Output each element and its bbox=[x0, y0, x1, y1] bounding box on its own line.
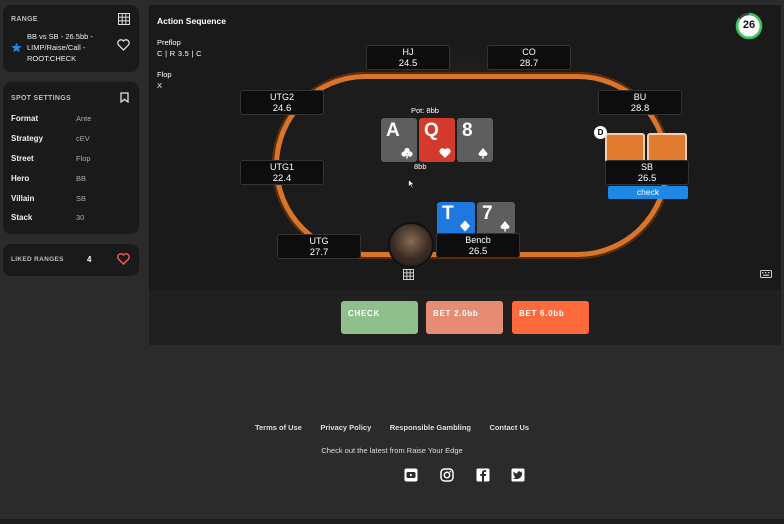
seat-co[interactable]: CO 28.7 bbox=[487, 45, 571, 70]
instagram-icon[interactable] bbox=[440, 468, 454, 482]
range-panel: RANGE BB vs SB - 26.5bb - LIMP/Raise/Cal… bbox=[3, 5, 139, 72]
seat-name: UTG bbox=[309, 236, 329, 246]
board-total: 8bb bbox=[414, 162, 427, 171]
seat-name: BU bbox=[633, 92, 647, 102]
check-button[interactable]: CHECK bbox=[341, 301, 418, 334]
terms-link[interactable]: Terms of Use bbox=[255, 423, 302, 432]
sb-card-back bbox=[647, 133, 687, 163]
setting-value: cEV bbox=[76, 134, 90, 143]
spade-icon bbox=[500, 221, 510, 232]
sb-card-back bbox=[605, 133, 645, 163]
card-rank: 8 bbox=[462, 120, 473, 141]
timer: 26 bbox=[735, 12, 763, 40]
seat-bu[interactable]: BU 28.8 bbox=[598, 90, 682, 115]
keyboard-icon[interactable] bbox=[760, 270, 772, 278]
diamond-icon bbox=[460, 220, 470, 232]
setting-value: SB bbox=[76, 194, 87, 203]
seat-stack: 26.5 bbox=[468, 246, 488, 257]
card-rank: 7 bbox=[482, 203, 493, 224]
liked-ranges-title: LIKED RANGES bbox=[11, 256, 64, 263]
setting-value: Ante bbox=[76, 114, 92, 123]
preflop-actions: C | R 3.5 | C bbox=[157, 49, 202, 58]
range-description: BB vs SB - 26.5bb - LIMP/Raise/Call - RO… bbox=[27, 32, 93, 63]
privacy-link[interactable]: Privacy Policy bbox=[320, 423, 371, 432]
card-rank: A bbox=[386, 120, 400, 141]
spade-icon bbox=[478, 148, 488, 159]
facebook-icon[interactable] bbox=[476, 468, 490, 482]
contact-link[interactable]: Contact Us bbox=[489, 423, 529, 432]
seat-name: CO bbox=[522, 47, 536, 57]
pot-label: Pot: 8bb bbox=[411, 106, 439, 115]
setting-label: Villain bbox=[11, 194, 35, 203]
flop-actions: X bbox=[157, 81, 163, 90]
setting-label: Stack bbox=[11, 213, 33, 222]
bet-6bb-button[interactable]: BET 6.0bb bbox=[512, 301, 589, 334]
flop-label: Flop bbox=[157, 70, 172, 79]
grid-icon[interactable] bbox=[118, 13, 130, 25]
seat-stack: 24.5 bbox=[398, 58, 418, 69]
preflop-label: Preflop bbox=[157, 38, 181, 47]
seat-name: UTG1 bbox=[269, 162, 294, 172]
dealer-button: D bbox=[594, 126, 607, 139]
seat-stack: 28.8 bbox=[630, 103, 650, 114]
seat-utg[interactable]: UTG 27.7 bbox=[277, 234, 361, 259]
liked-ranges-count: 4 bbox=[87, 255, 92, 264]
twitter-icon[interactable] bbox=[511, 468, 525, 482]
heart-suit-icon bbox=[439, 148, 451, 158]
seat-name: UTG2 bbox=[269, 92, 294, 102]
seat-hero[interactable]: Bencb 26.5 bbox=[436, 233, 520, 258]
cursor-icon bbox=[408, 179, 415, 189]
spot-settings-panel: SPOT SETTINGS Format Ante Strategy cEV S… bbox=[3, 82, 139, 234]
range-title: RANGE bbox=[11, 16, 38, 23]
grid-icon[interactable] bbox=[403, 269, 414, 280]
setting-label: Hero bbox=[11, 174, 30, 183]
bet-2bb-button[interactable]: BET 2.0bb bbox=[426, 301, 503, 334]
setting-value: Flop bbox=[76, 154, 91, 163]
taskbar-strip bbox=[0, 519, 784, 524]
sb-action-badge: check bbox=[608, 186, 688, 199]
board-card: 8 bbox=[457, 118, 493, 162]
liked-ranges-panel[interactable]: LIKED RANGES 4 bbox=[3, 244, 139, 276]
hero-card: 7 bbox=[477, 202, 515, 235]
seat-stack: 24.6 bbox=[272, 103, 292, 114]
bookmark-icon[interactable] bbox=[120, 92, 129, 103]
action-sequence-title: Action Sequence bbox=[157, 16, 226, 26]
card-rank: T bbox=[442, 203, 454, 224]
seat-hj[interactable]: HJ 24.5 bbox=[366, 45, 450, 70]
seat-stack: 26.5 bbox=[637, 173, 657, 184]
seat-name: Bencb bbox=[465, 235, 491, 245]
setting-label: Format bbox=[11, 114, 39, 123]
seat-name: SB bbox=[640, 162, 653, 172]
star-icon[interactable] bbox=[11, 42, 22, 53]
hero-card: T bbox=[437, 202, 475, 235]
spot-settings-title: SPOT SETTINGS bbox=[11, 95, 71, 102]
seat-stack: 28.7 bbox=[519, 58, 539, 69]
youtube-icon[interactable] bbox=[404, 468, 418, 482]
board-card: A bbox=[381, 118, 417, 162]
setting-label: Strategy bbox=[11, 134, 44, 143]
avatar bbox=[388, 222, 434, 268]
setting-label: Street bbox=[11, 154, 34, 163]
setting-value: 30 bbox=[76, 213, 85, 222]
heart-outline-icon[interactable] bbox=[117, 39, 130, 51]
seat-stack: 27.7 bbox=[309, 247, 329, 258]
responsible-gambling-link[interactable]: Responsible Gambling bbox=[390, 423, 471, 432]
setting-value: BB bbox=[76, 174, 87, 183]
timer-value: 26 bbox=[742, 19, 756, 31]
heart-icon[interactable] bbox=[117, 253, 130, 265]
seat-utg1[interactable]: UTG1 22.4 bbox=[240, 160, 324, 185]
card-rank: Q bbox=[424, 120, 439, 141]
seat-stack: 22.4 bbox=[272, 173, 292, 184]
club-icon bbox=[401, 147, 413, 159]
seat-sb[interactable]: SB 26.5 bbox=[605, 160, 689, 185]
seat-utg2[interactable]: UTG2 24.6 bbox=[240, 90, 324, 115]
board-card: Q bbox=[419, 118, 455, 162]
footer-tagline: Check out the latest from Raise Your Edg… bbox=[321, 446, 463, 455]
footer-links: Terms of Use Privacy Policy Responsible … bbox=[0, 417, 784, 435]
seat-name: HJ bbox=[402, 47, 414, 57]
